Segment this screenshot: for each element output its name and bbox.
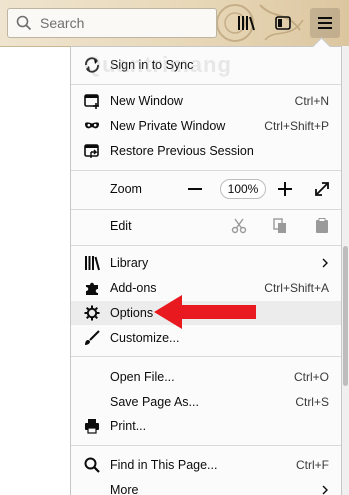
shortcut-label: Ctrl+S (295, 395, 329, 409)
menu-item-label: Open File... (110, 370, 175, 384)
sidebar-button[interactable] (268, 8, 298, 38)
menu-item-label: Restore Previous Session (110, 144, 254, 158)
chevron-right-icon (322, 258, 328, 268)
separator (71, 356, 341, 357)
shortcut-label: Ctrl+Shift+A (264, 281, 329, 295)
chevron-right-icon (322, 485, 328, 495)
menu-item-print[interactable]: Print... (71, 414, 341, 438)
menu-item-label: Add-ons (110, 281, 157, 295)
paintbrush-icon (85, 330, 100, 345)
menu-item-label: Library (110, 256, 149, 270)
menu-item-find[interactable]: Find in This Page... Ctrl+F (71, 453, 341, 477)
menu-item-label: Find in This Page... (110, 458, 218, 472)
menu-item-label: Sign in to Sync (110, 58, 194, 72)
fullscreen-button[interactable] (311, 178, 333, 200)
separator (71, 245, 341, 246)
sync-icon (85, 57, 99, 73)
app-menu-panel: Sign in to Sync New Window Ctrl+N New Pr… (70, 46, 342, 495)
zoom-in-button[interactable] (274, 178, 296, 200)
menu-item-library[interactable]: Library (71, 251, 341, 275)
shortcut-label: Ctrl+F (296, 458, 329, 472)
shortcut-label: Ctrl+N (294, 94, 329, 108)
cut-icon[interactable] (231, 218, 247, 234)
menu-item-label: Print... (110, 419, 147, 433)
library-icon (85, 256, 100, 271)
menu-item-label: Customize... (110, 331, 180, 345)
zoom-out-button[interactable] (184, 178, 206, 200)
gear-icon (84, 305, 100, 321)
menu-item-open-file[interactable]: Open File... Ctrl+O (71, 365, 341, 389)
menu-item-label: Options (110, 306, 154, 320)
menu-item-label: New Window (110, 94, 183, 108)
minus-icon (188, 188, 202, 190)
paste-icon[interactable] (314, 218, 330, 234)
menu-item-label: New Private Window (110, 119, 226, 133)
menu-item-zoom: Zoom 100% (71, 177, 341, 201)
separator (71, 445, 341, 446)
printer-icon (85, 419, 99, 434)
menu-item-more[interactable]: More (71, 478, 341, 495)
new-window-icon (84, 94, 99, 109)
menu-item-label: Save Page As... (110, 395, 199, 409)
menu-item-new-window[interactable]: New Window Ctrl+N (71, 89, 341, 113)
separator (71, 209, 341, 210)
separator (71, 84, 341, 85)
sidebar-icon (275, 16, 291, 30)
shortcut-label: Ctrl+O (293, 370, 329, 384)
library-icon (238, 16, 255, 31)
browser-toolbar: Search (0, 0, 349, 47)
private-mask-icon (85, 122, 99, 129)
page-content (0, 47, 70, 495)
restore-session-icon (84, 144, 99, 158)
search-icon (16, 15, 32, 31)
menu-item-label: More (110, 483, 139, 495)
copy-icon[interactable] (272, 218, 288, 234)
library-button[interactable] (231, 8, 261, 38)
shortcut-label: Ctrl+Shift+P (264, 119, 329, 133)
zoom-reset-button[interactable]: 100% (220, 179, 266, 199)
zoom-label: Zoom (110, 182, 142, 196)
separator (71, 170, 341, 171)
scrollbar[interactable] (342, 46, 349, 495)
search-box[interactable]: Search (7, 8, 217, 38)
menu-item-private-window[interactable]: New Private Window Ctrl+Shift+P (71, 114, 341, 138)
fullscreen-icon (315, 182, 329, 196)
menu-item-restore-session[interactable]: Restore Previous Session (71, 139, 341, 163)
menu-item-sync[interactable]: Sign in to Sync (71, 53, 341, 77)
search-icon (84, 457, 100, 473)
puzzle-piece-icon (86, 282, 98, 295)
annotation-arrow-icon (154, 295, 256, 329)
plus-icon (278, 182, 292, 196)
search-placeholder: Search (40, 15, 85, 31)
menu-button[interactable] (310, 8, 340, 38)
edit-label: Edit (110, 219, 132, 233)
menu-item-edit: Edit (71, 214, 341, 238)
scrollbar-thumb[interactable] (343, 246, 348, 386)
menu-item-save-page[interactable]: Save Page As... Ctrl+S (71, 390, 341, 414)
hamburger-icon (318, 17, 332, 29)
